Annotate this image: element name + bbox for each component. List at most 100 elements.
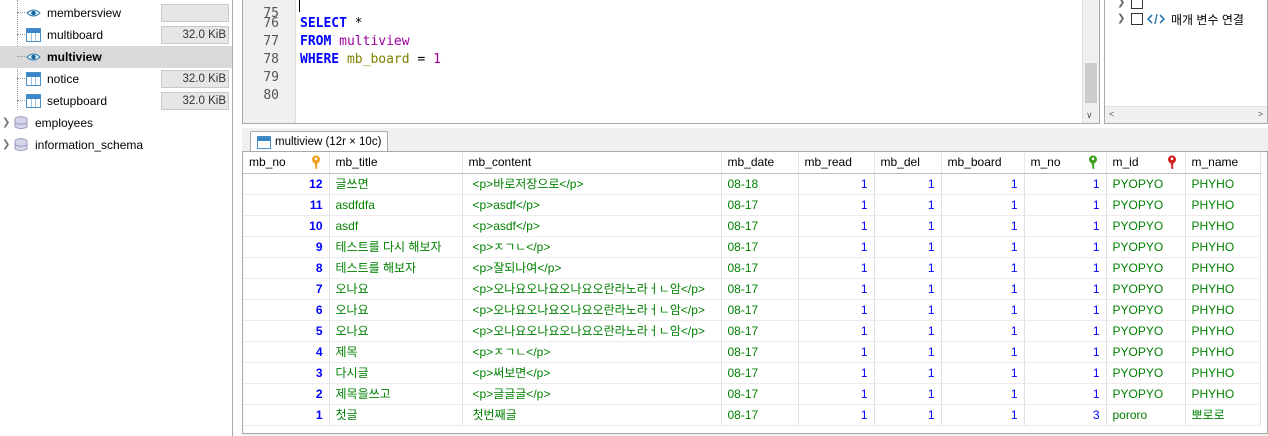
cell-m-id[interactable]: PYOPYO (1106, 362, 1186, 384)
cell-mb-read[interactable]: 1 (798, 299, 875, 321)
cell-mb-board[interactable]: 1 (941, 320, 1025, 342)
column-header-mb-del[interactable]: mb_del (874, 152, 942, 174)
column-header-mb-read[interactable]: mb_read (798, 152, 875, 174)
cell-mb-no[interactable]: 6 (243, 299, 330, 321)
cell-mb-content[interactable]: <p>ㅈㄱㄴ</p> (462, 341, 722, 363)
table-row[interactable]: 2 제목을쓰고 <p>글글글</p> 08-17 1 1 1 1 PYOPYO PHYHO (243, 383, 1261, 405)
cell-mb-no[interactable]: 4 (243, 341, 330, 363)
column-header-m-id[interactable]: m_id (1106, 152, 1186, 174)
table-row[interactable]: 4 제목 <p>ㅈㄱㄴ</p> 08-17 1 1 1 1 PYOPYO PHYHO (243, 341, 1261, 363)
cell-m-no[interactable]: 1 (1024, 194, 1107, 216)
cell-m-id[interactable]: PYOPYO (1106, 257, 1186, 279)
cell-m-name[interactable]: PHYHO (1185, 236, 1261, 258)
cell-mb-del[interactable]: 1 (874, 257, 942, 279)
cell-mb-content[interactable]: <p>오나요오나요오나요오란라노라ㅓㄴ암</p> (462, 299, 722, 321)
cell-m-id[interactable]: PYOPYO (1106, 341, 1186, 363)
cell-m-no[interactable]: 1 (1024, 320, 1107, 342)
cell-mb-date[interactable]: 08-17 (721, 257, 799, 279)
cell-mb-content[interactable]: <p>오나요오나요오나요오란라노라ㅓㄴ암</p> (462, 320, 722, 342)
tree-item-membersview[interactable]: membersview (0, 2, 232, 24)
result-grid[interactable]: mb_no mb_title mb_content mb_date mb_read mb_… (242, 151, 1268, 434)
cell-mb-del[interactable]: 1 (874, 278, 942, 300)
cell-mb-read[interactable]: 1 (798, 320, 875, 342)
cell-m-no[interactable]: 3 (1024, 404, 1107, 426)
cell-mb-no[interactable]: 8 (243, 257, 330, 279)
cell-mb-no[interactable]: 10 (243, 215, 330, 237)
cell-mb-board[interactable]: 1 (941, 362, 1025, 384)
tree-item-multiview[interactable]: multiview (0, 46, 232, 68)
cell-mb-board[interactable]: 1 (941, 383, 1025, 405)
cell-m-id[interactable]: PYOPYO (1106, 278, 1186, 300)
cell-m-id[interactable]: PYOPYO (1106, 383, 1186, 405)
cell-mb-content[interactable]: <p>ㅈㄱㄴ</p> (462, 236, 722, 258)
cell-m-name[interactable]: PHYHO (1185, 173, 1261, 195)
cell-mb-title[interactable]: 테스트를 다시 해보자 (329, 236, 463, 258)
table-row[interactable]: 6 오나요 <p>오나요오나요오나요오란라노라ㅓㄴ암</p> 08-17 1 1 1 1 PYO… (243, 299, 1261, 321)
cell-m-no[interactable]: 1 (1024, 278, 1107, 300)
table-row[interactable]: 8 테스트를 해보자 <p>잘되나여</p> 08-17 1 1 1 1 PYOPYO PHYHO (243, 257, 1261, 279)
cell-m-name[interactable]: PHYHO (1185, 341, 1261, 363)
tree-item-notice[interactable]: notice 32.0 KiB (0, 68, 232, 90)
cell-m-no[interactable]: 1 (1024, 362, 1107, 384)
cell-mb-title[interactable]: 글쓰면 (329, 173, 463, 195)
result-table[interactable]: mb_no mb_title mb_content mb_date mb_read mb_… (243, 152, 1261, 426)
code-line[interactable]: SELECT * (300, 15, 363, 33)
cell-mb-date[interactable]: 08-17 (721, 299, 799, 321)
cell-m-name[interactable]: 뽀로로 (1185, 404, 1261, 426)
table-row[interactable]: 10 asdf <p>asdf</p> 08-17 1 1 1 1 PYOPYO PHYHO (243, 215, 1261, 237)
cell-mb-del[interactable]: 1 (874, 236, 942, 258)
cell-m-name[interactable]: PHYHO (1185, 194, 1261, 216)
scroll-down-icon[interactable]: ∨ (1086, 110, 1093, 121)
scrollbar-thumb[interactable] (1085, 63, 1097, 103)
cell-m-no[interactable]: 1 (1024, 341, 1107, 363)
cell-m-id[interactable]: PYOPYO (1106, 173, 1186, 195)
tree-item-setupboard[interactable]: setupboard 32.0 KiB (0, 90, 232, 112)
cell-m-name[interactable]: PHYHO (1185, 299, 1261, 321)
cell-m-no[interactable]: 1 (1024, 173, 1107, 195)
cell-mb-read[interactable]: 1 (798, 278, 875, 300)
expand-arrow-icon[interactable]: ❯ (2, 117, 10, 129)
cell-mb-date[interactable]: 08-17 (721, 278, 799, 300)
cell-m-id[interactable]: PYOPYO (1106, 194, 1186, 216)
cell-m-id[interactable]: PYOPYO (1106, 299, 1186, 321)
object-tree[interactable]: membersview multiboard 32.0 KiB multivie… (0, 0, 233, 436)
cell-mb-board[interactable]: 1 (941, 257, 1025, 279)
cell-mb-board[interactable]: 1 (941, 215, 1025, 237)
cell-mb-board[interactable]: 1 (941, 236, 1025, 258)
cell-mb-title[interactable]: 제목을쓰고 (329, 383, 463, 405)
cell-mb-no[interactable]: 3 (243, 362, 330, 384)
cell-mb-read[interactable]: 1 (798, 362, 875, 384)
column-header-mb-board[interactable]: mb_board (941, 152, 1025, 174)
table-row[interactable]: 5 오나요 <p>오나요오나요오나요오란라노라ㅓㄴ암</p> 08-17 1 1 1 1 PYO… (243, 320, 1261, 342)
column-header-m-name[interactable]: m_name (1185, 152, 1261, 174)
cell-mb-board[interactable]: 1 (941, 341, 1025, 363)
expand-arrow-icon[interactable]: ❯ (1117, 13, 1125, 24)
cell-mb-content[interactable]: <p>asdf</p> (462, 215, 722, 237)
cell-mb-board[interactable]: 1 (941, 194, 1025, 216)
cell-m-no[interactable]: 1 (1024, 299, 1107, 321)
column-header-mb-date[interactable]: mb_date (721, 152, 799, 174)
cell-mb-content[interactable]: <p>잘되나여</p> (462, 257, 722, 279)
cell-mb-read[interactable]: 1 (798, 404, 875, 426)
cell-mb-board[interactable]: 1 (941, 173, 1025, 195)
helper-panel[interactable]: ❯ ❯ 매개 변수 연결 < > (1104, 0, 1268, 124)
expand-arrow-icon[interactable]: ❯ (1117, 0, 1125, 8)
cell-mb-board[interactable]: 1 (941, 299, 1025, 321)
cell-mb-read[interactable]: 1 (798, 194, 875, 216)
cell-mb-title[interactable]: 다시글 (329, 362, 463, 384)
tab-result-multiview[interactable]: multiview (12r × 10c) (250, 131, 389, 153)
cell-mb-del[interactable]: 1 (874, 320, 942, 342)
column-header-mb-content[interactable]: mb_content (462, 152, 722, 174)
cell-mb-board[interactable]: 1 (941, 278, 1025, 300)
cell-mb-title[interactable]: 제목 (329, 341, 463, 363)
cell-mb-del[interactable]: 1 (874, 215, 942, 237)
cell-m-name[interactable]: PHYHO (1185, 362, 1261, 384)
tree-item-employees[interactable]: ❯ employees (0, 112, 232, 134)
cell-mb-no[interactable]: 12 (243, 173, 330, 195)
cell-mb-del[interactable]: 1 (874, 362, 942, 384)
cell-mb-date[interactable]: 08-17 (721, 194, 799, 216)
cell-mb-date[interactable]: 08-17 (721, 362, 799, 384)
cell-m-id[interactable]: PYOPYO (1106, 215, 1186, 237)
cell-mb-title[interactable]: 오나요 (329, 299, 463, 321)
cell-mb-read[interactable]: 1 (798, 383, 875, 405)
